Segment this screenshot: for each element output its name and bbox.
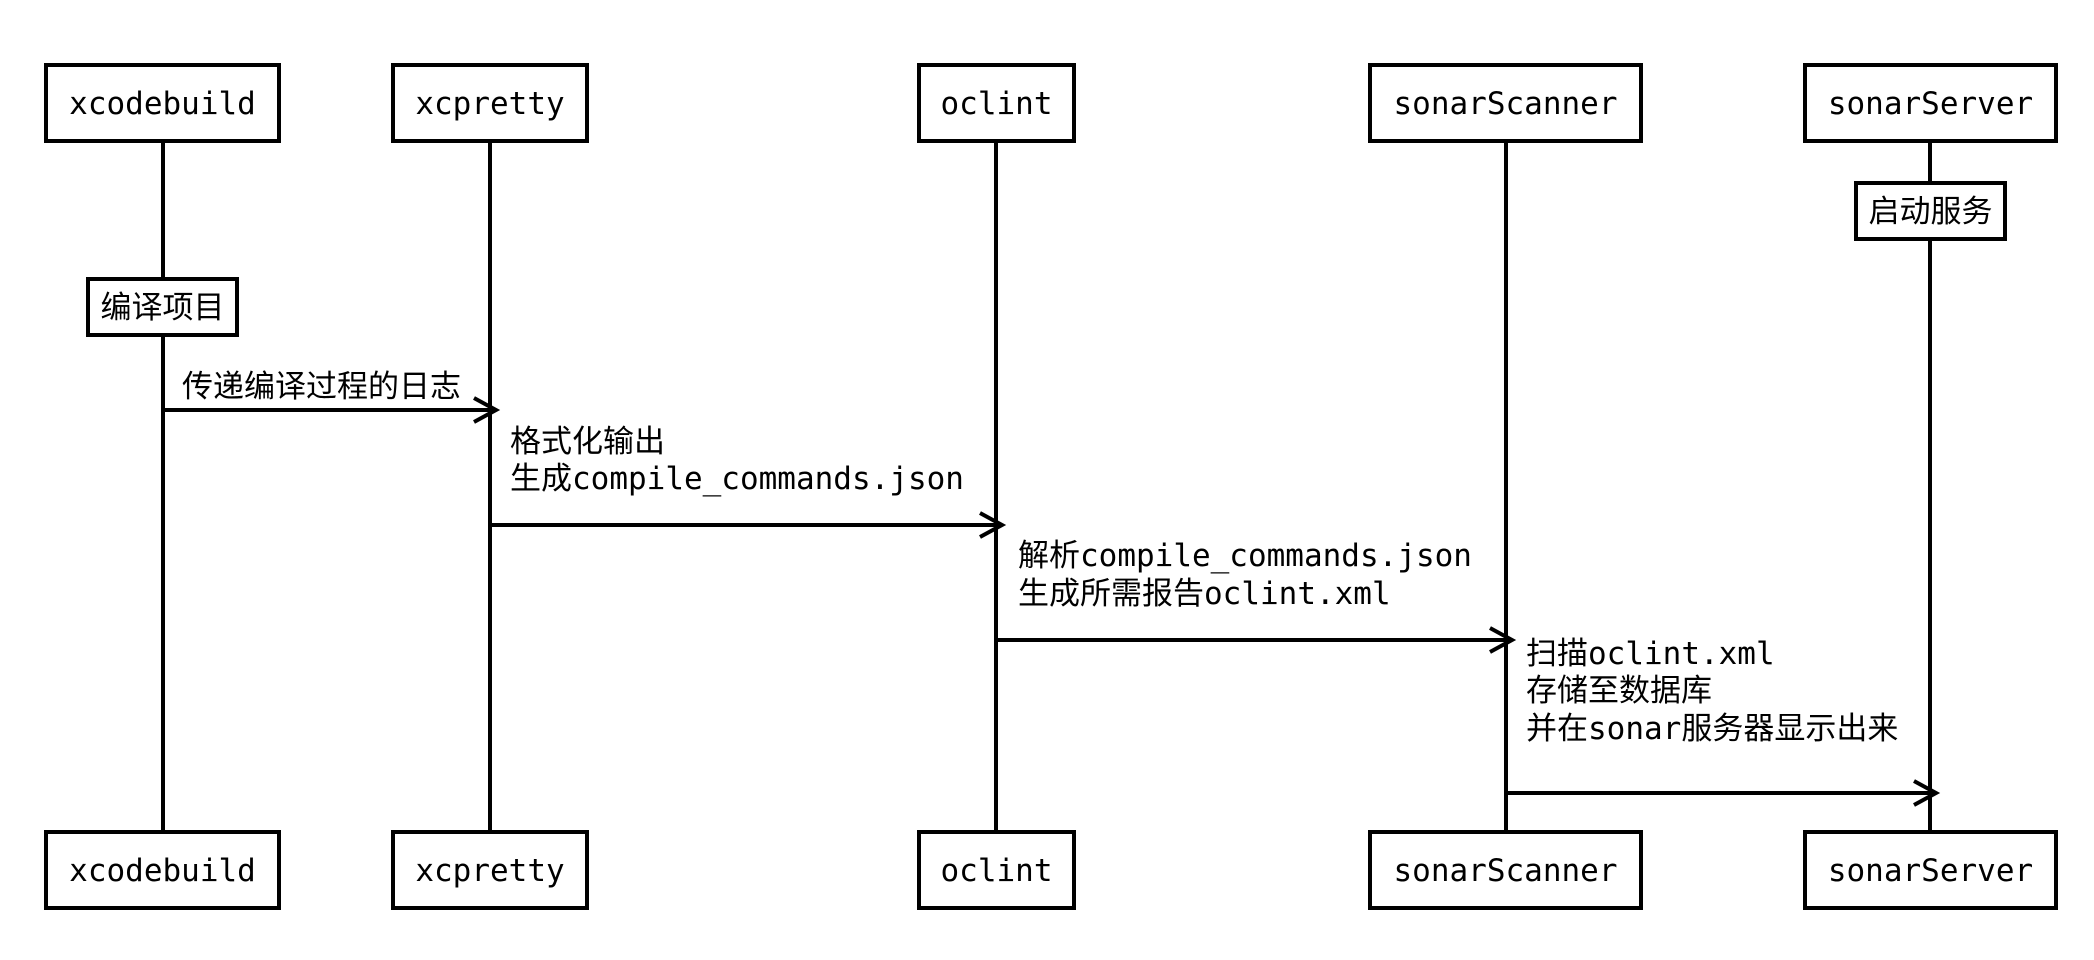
participant-label: sonarServer xyxy=(1828,86,2033,122)
participant-bottom-xcpretty: xcpretty xyxy=(391,830,589,910)
message-xcodebuild-to-xcpretty: 传递编译过程的日志 xyxy=(163,369,501,424)
message-label-line: 存储至数据库 xyxy=(1526,673,1712,709)
participant-bottom-oclint: oclint xyxy=(917,830,1076,910)
participant-top-sonarServer: sonarServer xyxy=(1803,63,2058,143)
activation-xcodebuild: 编译项目 xyxy=(86,277,239,337)
participant-label: sonarServer xyxy=(1828,853,2033,889)
message-label-line: 扫描oclint.xml xyxy=(1526,636,1775,672)
participant-label: xcodebuild xyxy=(69,853,256,889)
participant-top-oclint: oclint xyxy=(917,63,1076,143)
participant-label: oclint xyxy=(941,86,1053,122)
message-xcpretty-to-oclint: 格式化输出 生成compile_commands.json xyxy=(490,424,1007,539)
participant-bottom-xcodebuild: xcodebuild xyxy=(44,830,281,910)
message-sonarScanner-to-sonarServer: 扫描oclint.xml 存储至数据库 并在sonar服务器显示出来 xyxy=(1506,636,1941,807)
participant-label: sonarScanner xyxy=(1394,86,1618,122)
activation-sonarServer: 启动服务 xyxy=(1854,181,2007,241)
participant-bottom-sonarServer: sonarServer xyxy=(1803,830,2058,910)
activation-label: 启动服务 xyxy=(1869,194,1993,230)
sequence-diagram: xcodebuild xcpretty oclint sonarScanner … xyxy=(44,63,2058,910)
participant-label: xcodebuild xyxy=(69,86,256,122)
participant-top-xcpretty: xcpretty xyxy=(391,63,589,143)
message-label-line: 解析compile_commands.json xyxy=(1018,538,1472,574)
participant-top-xcodebuild: xcodebuild xyxy=(44,63,281,143)
message-label-line: 并在sonar服务器显示出来 xyxy=(1526,711,1898,747)
participant-label: sonarScanner xyxy=(1394,853,1618,889)
message-label-line: 传递编译过程的日志 xyxy=(182,369,461,405)
participant-label: oclint xyxy=(941,853,1053,889)
activation-label: 编译项目 xyxy=(101,290,225,326)
message-label-line: 生成compile_commands.json xyxy=(510,461,964,497)
message-label-line: 格式化输出 xyxy=(510,424,665,460)
participant-label: xcpretty xyxy=(415,86,564,122)
participant-label: xcpretty xyxy=(415,853,564,889)
message-label-line: 生成所需报告oclint.xml xyxy=(1018,576,1391,612)
message-oclint-to-sonarScanner: 解析compile_commands.json 生成所需报告oclint.xml xyxy=(996,538,1517,654)
participant-top-sonarScanner: sonarScanner xyxy=(1368,63,1643,143)
participant-bottom-sonarScanner: sonarScanner xyxy=(1368,830,1643,910)
